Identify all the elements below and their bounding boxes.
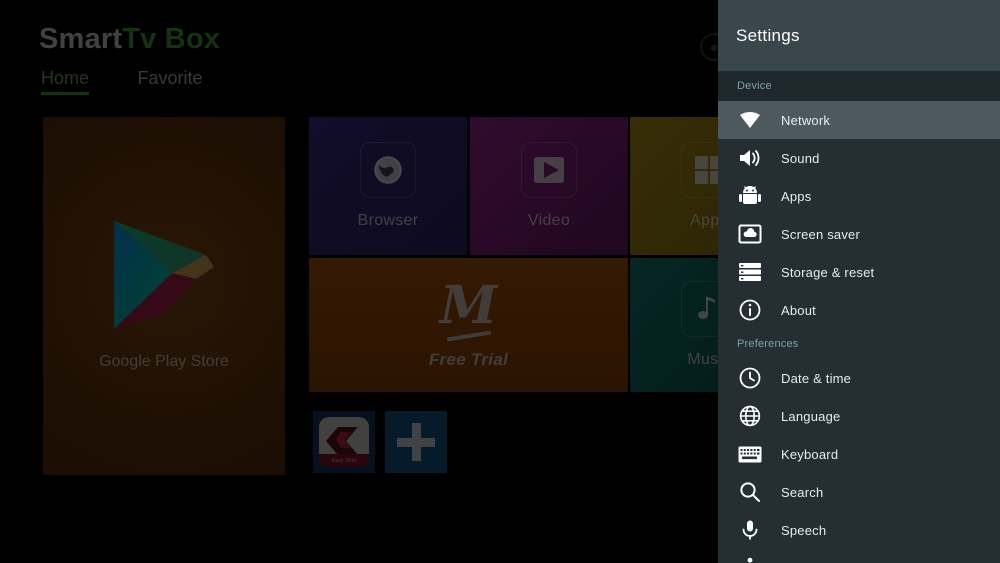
settings-item-date-time[interactable]: Date & time (718, 359, 1000, 397)
clock-icon (737, 365, 763, 391)
section-header-device: Device (718, 71, 1000, 101)
tab-home[interactable]: Home (41, 68, 90, 95)
search-icon (737, 479, 763, 505)
app-shortcut-label: Easy Shot (319, 454, 369, 467)
tile-browser[interactable]: Browser (309, 117, 467, 255)
cloud-screen-icon (737, 221, 763, 247)
tile-google-play-store[interactable]: Google Play Store (43, 117, 285, 475)
settings-item-screen-saver[interactable]: Screen saver (718, 215, 1000, 253)
settings-item-label: Date & time (781, 370, 852, 386)
settings-item-speech[interactable]: Speech (718, 511, 1000, 549)
accessibility-icon (737, 555, 763, 563)
tile-add-shortcut[interactable] (385, 411, 447, 473)
plus-icon-bar (397, 437, 435, 447)
tile-label-free-trial: Free Trial (428, 350, 509, 369)
settings-item-label: Keyboard (781, 446, 839, 462)
section-header-preferences: Preferences (737, 338, 799, 350)
app-brand-title: SmartTv Box (39, 23, 220, 56)
volume-icon (737, 145, 763, 171)
settings-item-sound[interactable]: Sound (718, 139, 1000, 177)
brand-text-primary: Smart (39, 23, 123, 55)
android-icon (737, 183, 763, 209)
settings-item-label: Speech (781, 522, 827, 538)
settings-item-label: Screen saver (781, 226, 860, 242)
tile-label-video: Video (527, 212, 571, 229)
settings-item-label: Search (781, 484, 824, 500)
settings-item-label: Language (781, 408, 841, 424)
settings-item-storage-reset[interactable]: Storage & reset (718, 253, 1000, 291)
globe-icon (360, 142, 416, 198)
settings-item-label: Storage & reset (781, 264, 875, 280)
keyboard-icon (737, 441, 763, 467)
settings-item-apps[interactable]: Apps (718, 177, 1000, 215)
google-play-icon (114, 221, 214, 329)
tile-app-shortcut[interactable]: Easy Shot (313, 411, 375, 473)
settings-item-about[interactable]: About (718, 291, 1000, 329)
play-icon (521, 142, 577, 198)
app-shortcut-icon: Easy Shot (319, 417, 369, 467)
tile-label-google-play-store: Google Play Store (99, 353, 229, 370)
settings-panel: Settings Device Network Sound Apps Scree… (718, 0, 1000, 563)
info-icon (737, 297, 763, 323)
globe-icon (737, 403, 763, 429)
settings-item-language[interactable]: Language (718, 397, 1000, 435)
settings-item-label: About (781, 302, 816, 318)
tab-favorite[interactable]: Favorite (137, 68, 202, 95)
tile-video[interactable]: Video (470, 117, 628, 255)
settings-item-label: Apps (781, 188, 812, 204)
wifi-icon (737, 107, 763, 133)
tile-free-trial[interactable]: M Free Trial (309, 258, 628, 392)
free-trial-logo: M (439, 275, 498, 336)
brand-text-secondary: Tv Box (122, 23, 221, 55)
settings-header: Settings (718, 0, 1000, 71)
settings-item-search[interactable]: Search (718, 473, 1000, 511)
storage-icon (737, 259, 763, 285)
tv-home-screen: SmartTv Box Home Favorite Google Play St… (0, 0, 1000, 563)
tab-bar: Home Favorite (41, 68, 247, 95)
settings-item-keyboard[interactable]: Keyboard (718, 435, 1000, 473)
settings-title: Settings (736, 25, 800, 45)
settings-item-accessibility[interactable]: Accessibility (718, 549, 1000, 563)
settings-item-label: Sound (781, 150, 820, 166)
microphone-icon (737, 517, 763, 543)
settings-item-network[interactable]: Network (718, 101, 1000, 139)
settings-item-label: Network (781, 112, 831, 128)
tile-label-browser: Browser (357, 212, 419, 229)
